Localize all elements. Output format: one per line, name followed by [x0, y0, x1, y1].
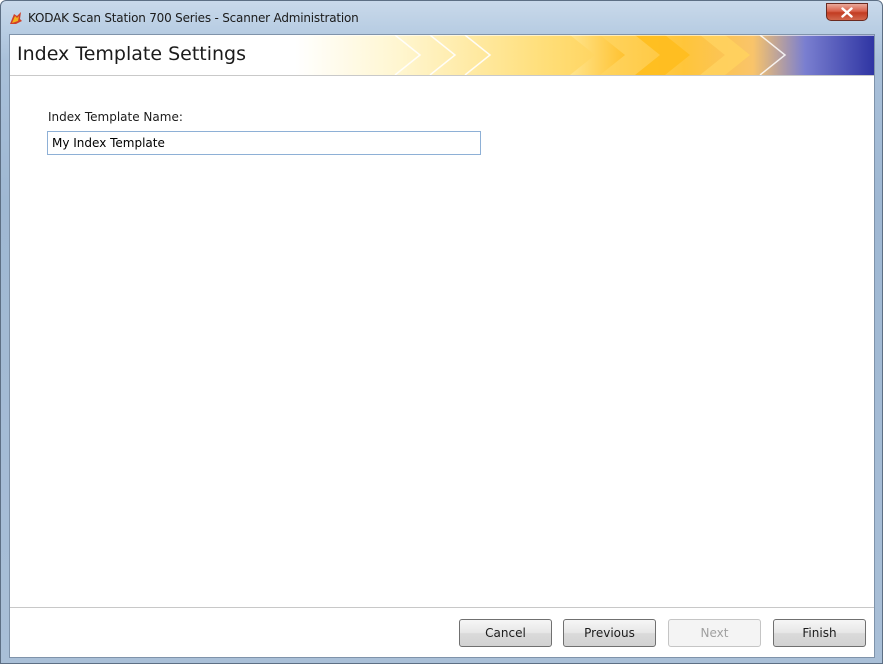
- previous-button[interactable]: Previous: [563, 619, 656, 647]
- index-template-name-input[interactable]: [47, 131, 481, 155]
- cancel-button[interactable]: Cancel: [459, 619, 552, 647]
- close-icon: [841, 7, 853, 18]
- close-button[interactable]: [826, 3, 868, 21]
- index-template-name-label: Index Template Name:: [48, 110, 183, 124]
- finish-button[interactable]: Finish: [773, 619, 866, 647]
- footer-divider: [10, 607, 874, 608]
- title-bar[interactable]: KODAK Scan Station 700 Series - Scanner …: [1, 1, 882, 35]
- wizard-client-area: Index Template Settings Index Template N…: [9, 34, 875, 658]
- next-button[interactable]: Next: [668, 619, 761, 647]
- page-title: Index Template Settings: [17, 43, 247, 65]
- window-title: KODAK Scan Station 700 Series - Scanner …: [28, 11, 359, 25]
- header-banner: Index Template Settings: [10, 35, 874, 76]
- kodak-logo-icon: [8, 11, 23, 26]
- app-window: KODAK Scan Station 700 Series - Scanner …: [0, 0, 883, 664]
